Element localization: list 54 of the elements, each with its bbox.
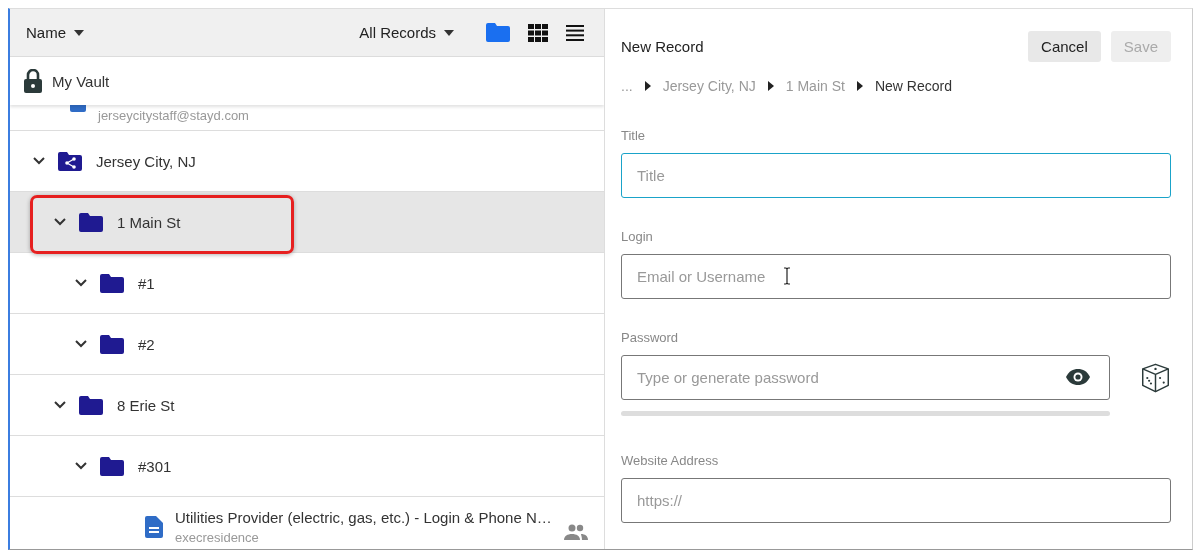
record-subtitle: execresidence [175,530,260,545]
text-field[interactable]: https:// [621,478,1171,523]
folder-icon [100,456,124,476]
document-icon [70,105,86,112]
tree-row[interactable]: 8 Erie St [10,375,604,436]
eye-icon[interactable] [1066,369,1090,385]
caret-icon [444,29,454,36]
tree-row[interactable]: #2 [10,314,604,375]
caret-right-icon [767,81,774,91]
list-view-button[interactable] [564,22,586,43]
form-title: New Record [621,38,705,55]
record-subtitle: jerseycitystaff@stayd.com [98,108,249,125]
grid-view-button[interactable] [526,21,550,44]
shared-folder-icon [58,151,82,171]
text-field[interactable]: Email or Username [621,254,1171,299]
filter-dropdown[interactable]: All Records [359,24,454,41]
chevron-down-icon[interactable] [75,279,87,287]
folder-icon [79,212,103,232]
document-icon [145,516,163,538]
cancel-button[interactable]: Cancel [1028,31,1101,62]
folder-label: #1 [138,274,155,292]
tree-row[interactable]: 1 Main St [10,192,604,253]
caret-icon [74,29,84,36]
record-title: Utilities Provider (electric, gas, etc.) - Login & Phone N… [175,509,552,526]
folder-icon [100,273,124,293]
field-label: Login [621,229,654,245]
caret-right-icon [644,81,651,91]
field-label: Website Address [621,453,720,469]
lock-icon [24,69,42,93]
field-label: Title [621,128,647,144]
chevron-down-icon[interactable] [75,462,87,470]
folder-icon [79,395,103,415]
chevron-down-icon[interactable] [33,157,45,165]
folder-label: Jersey City, NJ [96,152,196,170]
folder-label: #301 [138,457,172,475]
vault-label: My Vault [52,72,110,90]
tree-row[interactable]: #1 [10,253,604,314]
folder-view-button[interactable] [484,21,512,44]
password-field[interactable]: Type or generate password [621,355,1110,400]
chevron-down-icon[interactable] [75,340,87,348]
tree-row[interactable]: Utilities Provider (electric, gas, etc.) - Login & Phone N… execresidence [10,497,604,549]
folder-label: 1 Main St [117,213,181,231]
text-field[interactable]: Title [621,153,1171,198]
folder-label: 8 Erie St [117,396,175,414]
chevron-down-icon[interactable] [54,218,66,226]
breadcrumb-item: New Record [874,78,952,94]
text-cursor-icon [783,267,791,285]
folder-label: #2 [138,335,155,353]
sort-dropdown[interactable]: Name [26,24,84,41]
field-label: Password [621,330,680,346]
chevron-down-icon[interactable] [54,401,66,409]
folder-icon [100,334,124,354]
caret-right-icon [856,81,863,91]
tree-row[interactable]: #301 [10,436,604,497]
